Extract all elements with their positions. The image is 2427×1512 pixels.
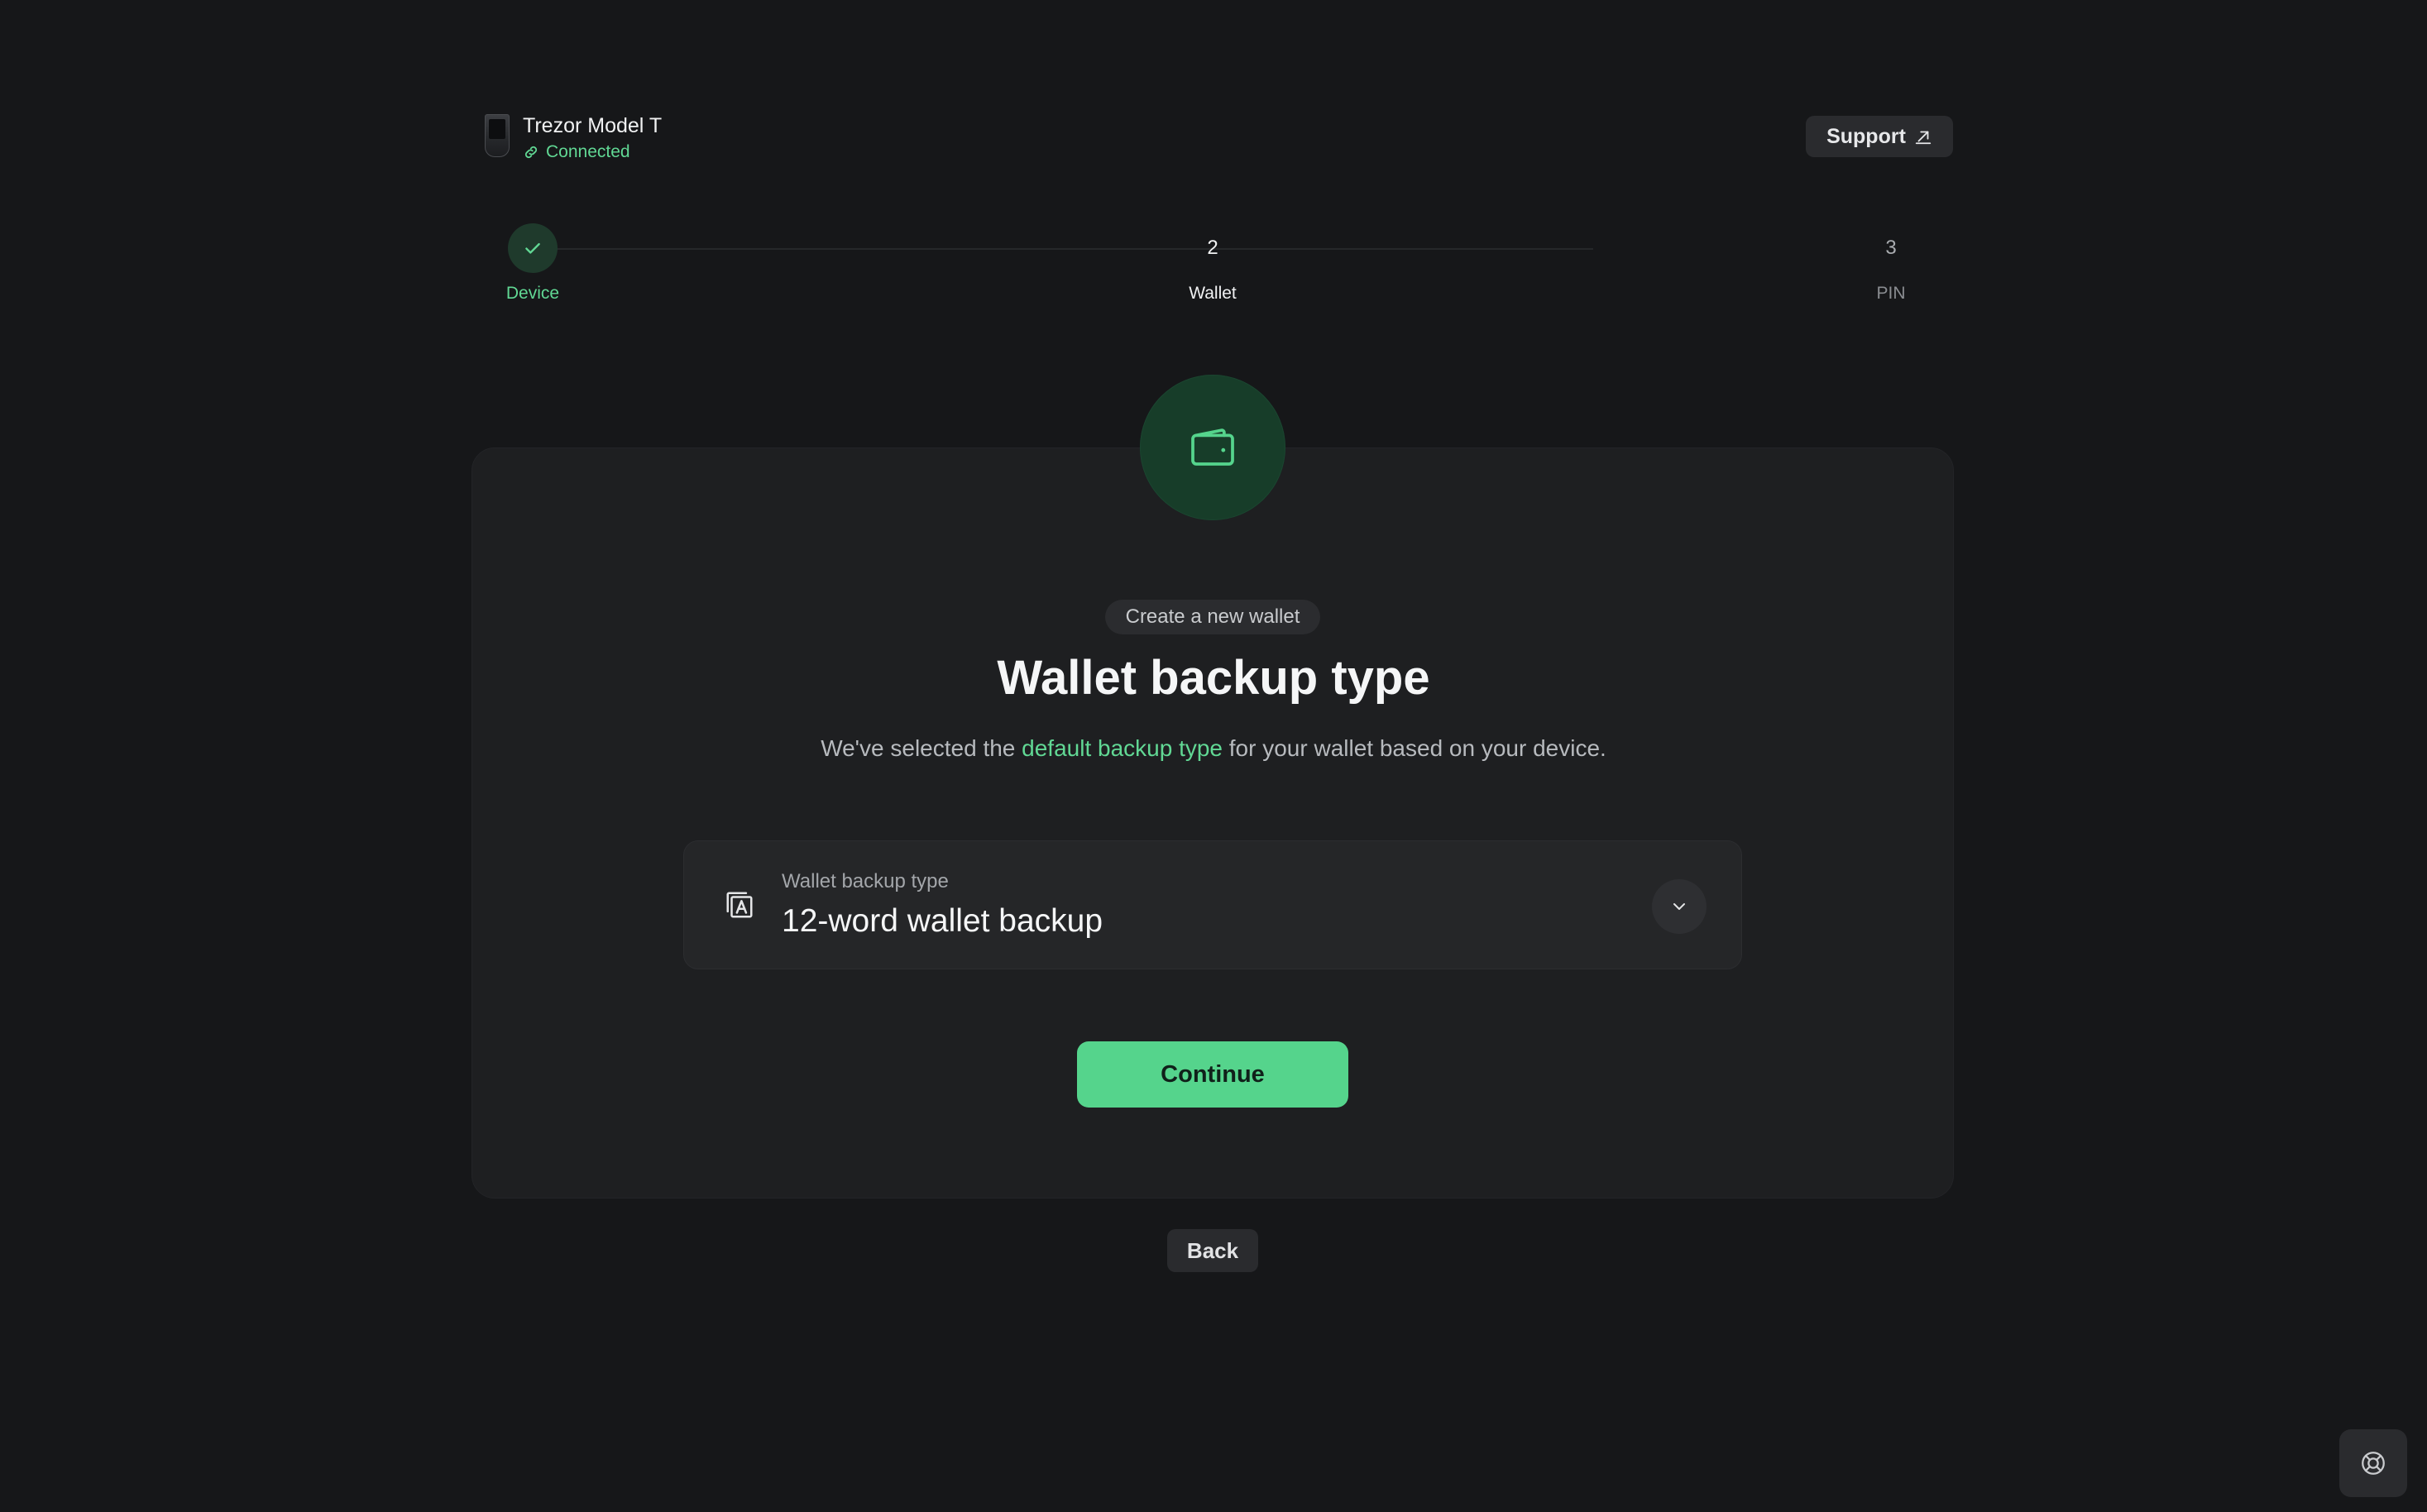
wallet-icon	[1191, 428, 1234, 466]
step-device-label: Device	[505, 284, 560, 303]
progress-stepper: Device 2 Wallet 3 PIN	[483, 223, 1953, 323]
step-wallet-label: Wallet	[1189, 284, 1237, 303]
page-subtitle: We've selected the default backup type f…	[0, 731, 2427, 766]
backup-type-select-value: 12-word wallet backup	[782, 903, 1103, 939]
trezor-device-icon	[483, 112, 511, 159]
step-wallet-number: 2	[1207, 237, 1218, 259]
continue-button[interactable]: Continue	[1077, 1041, 1348, 1108]
step-device: Device	[467, 223, 599, 304]
stepper-track	[546, 248, 1593, 250]
device-indicator: Trezor Model T Connected	[483, 112, 662, 163]
lifebuoy-icon	[2362, 1452, 2385, 1475]
device-name: Trezor Model T	[523, 114, 663, 137]
backup-card-icon	[726, 892, 753, 918]
step-pin: 3 PIN	[1825, 223, 1957, 304]
external-link-icon	[1915, 131, 1932, 145]
chevron-down-icon	[1673, 903, 1685, 910]
backup-type-select[interactable]: Wallet backup type 12-word wallet backup	[683, 840, 1742, 969]
subtitle-text-start: We've selected the	[821, 735, 1022, 761]
support-label: Support	[1826, 124, 1906, 148]
page-title: Wallet backup type	[997, 651, 1430, 705]
backup-type-dropdown-toggle[interactable]	[1652, 879, 1707, 934]
step-device-circle	[508, 223, 558, 273]
onboarding-screen: Trezor Model T Connected Support Device …	[0, 0, 2427, 1512]
device-status: Connected	[523, 141, 662, 163]
help-button[interactable]	[2339, 1429, 2407, 1497]
back-button[interactable]: Back	[1167, 1229, 1258, 1272]
step-pin-number: 3	[1885, 237, 1897, 259]
subtitle-text-end: for your wallet based on your device.	[1223, 735, 1606, 761]
link-icon	[524, 146, 538, 159]
device-status-label: Connected	[546, 142, 630, 161]
wallet-hero	[1140, 375, 1285, 520]
check-icon	[525, 242, 540, 254]
step-pin-label: PIN	[1876, 284, 1906, 303]
step-wallet: 2 Wallet	[1146, 223, 1279, 304]
default-backup-type-link[interactable]: default backup type	[1022, 735, 1223, 761]
flow-badge: Create a new wallet	[1105, 600, 1320, 634]
support-button[interactable]: Support	[1806, 116, 1953, 157]
backup-type-select-label: Wallet backup type	[782, 870, 949, 892]
